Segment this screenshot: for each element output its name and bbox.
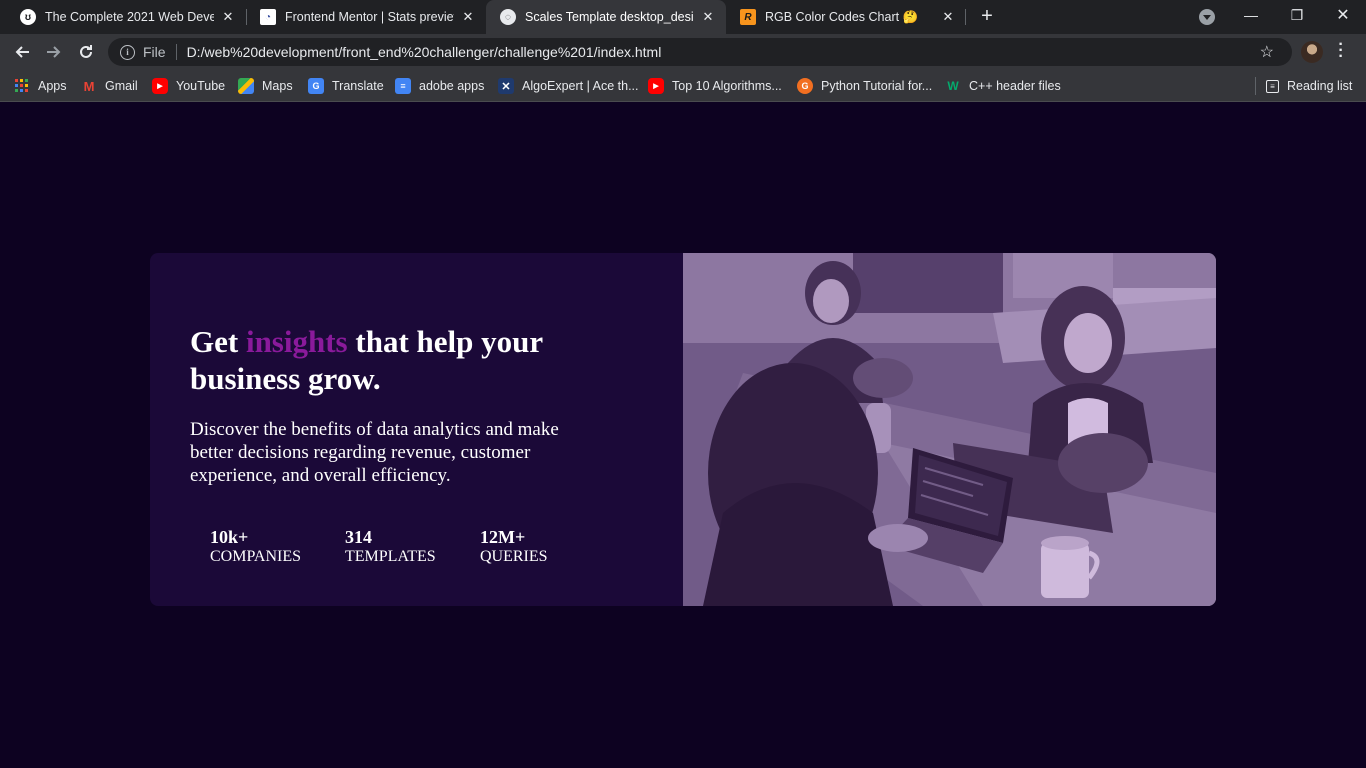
- python-tutorial-icon: G: [797, 78, 813, 94]
- forward-button[interactable]: [42, 40, 66, 64]
- stat-label: TEMPLATES: [345, 548, 436, 565]
- close-window-button[interactable]: ✕: [1320, 0, 1366, 30]
- stat-queries: 12M+ QUERIES: [480, 527, 615, 567]
- reload-icon: [80, 45, 92, 58]
- bookmark-algoexpert[interactable]: ✕ AlgoExpert | Ace th...: [498, 76, 639, 96]
- stat-value: 12M+: [480, 527, 526, 547]
- frontend-mentor-icon: ◔: [260, 9, 276, 25]
- youtube-icon: ▶: [648, 78, 664, 94]
- description: Discover the benefits of data analytics …: [190, 419, 559, 486]
- close-icon[interactable]: ✕: [220, 9, 236, 25]
- tab-search-icon[interactable]: [1199, 9, 1215, 25]
- rapidtables-icon: R: [740, 9, 756, 25]
- algoexpert-icon: ✕: [498, 78, 514, 94]
- bookmark-maps[interactable]: Maps: [238, 76, 293, 96]
- close-icon[interactable]: ✕: [700, 9, 716, 25]
- tab-title: Frontend Mentor | Stats preview: [285, 10, 454, 24]
- office-photo: [683, 253, 1216, 606]
- browser-toolbar: i File D:/web%20development/front_end%20…: [0, 34, 1366, 70]
- tab-scales-template[interactable]: ◌ Scales Template desktop_design ✕: [486, 0, 726, 34]
- tab-strip: ʊ The Complete 2021 Web Develop ✕ ◔ Fron…: [0, 0, 1366, 34]
- menu-kebab-icon[interactable]: · · ·: [1336, 37, 1346, 65]
- bookmark-cpp-header-files[interactable]: W C++ header files: [945, 76, 1061, 96]
- headline-start: Get: [190, 324, 246, 359]
- tab-web-dev-course[interactable]: ʊ The Complete 2021 Web Develop ✕: [6, 0, 246, 34]
- restore-button[interactable]: ❐: [1274, 0, 1320, 30]
- reading-list-icon: ≡: [1266, 79, 1279, 93]
- reading-list-label: Reading list: [1287, 79, 1353, 93]
- url-text[interactable]: D:/web%20development/front_end%20challen…: [187, 44, 662, 60]
- bookmark-star-icon[interactable]: ☆: [1260, 42, 1274, 62]
- gmail-icon: M: [83, 78, 95, 94]
- stat-label: COMPANIES: [210, 548, 301, 565]
- bookmark-apps[interactable]: Apps: [14, 76, 67, 96]
- tab-title: Scales Template desktop_design: [525, 10, 694, 24]
- bookmark-label: Python Tutorial for...: [821, 79, 933, 93]
- bookmarks-separator: [1255, 77, 1256, 95]
- close-icon[interactable]: ✕: [460, 9, 476, 25]
- bookmark-label: Maps: [262, 79, 293, 93]
- maps-icon: [238, 78, 254, 94]
- bookmark-label: Apps: [38, 79, 67, 93]
- info-icon[interactable]: i: [120, 44, 135, 60]
- globe-icon: ◌: [500, 9, 516, 25]
- tab-title: The Complete 2021 Web Develop: [45, 10, 214, 24]
- reload-button[interactable]: [74, 40, 98, 64]
- bookmark-label: Top 10 Algorithms...: [672, 79, 782, 93]
- bookmark-label: Translate: [332, 79, 384, 93]
- stat-value: 10k+: [210, 527, 249, 547]
- address-separator: [175, 44, 177, 60]
- bookmark-label: Gmail: [105, 79, 138, 93]
- tab-rgb-color-codes[interactable]: R RGB Color Codes Chart 🤔 ✕: [726, 0, 966, 34]
- translate-icon: G: [308, 78, 324, 94]
- scheme-label: File: [143, 44, 166, 60]
- apps-grid-icon: [14, 78, 30, 94]
- stats-row: 10k+ COMPANIES 314 TEMPLATES 12M+ QUERIE…: [210, 527, 615, 567]
- card-image: [683, 253, 1216, 606]
- bookmark-translate[interactable]: G Translate: [308, 76, 384, 96]
- docs-icon: ≡: [395, 78, 411, 94]
- new-tab-button[interactable]: +: [976, 6, 998, 28]
- youtube-icon: ▶: [152, 78, 168, 94]
- stat-companies: 10k+ COMPANIES: [210, 527, 345, 567]
- minimize-button[interactable]: —: [1228, 0, 1274, 30]
- bookmark-top-10-algorithms[interactable]: ▶ Top 10 Algorithms...: [648, 76, 782, 96]
- arrow-right-icon: [47, 46, 61, 58]
- tab-frontend-mentor[interactable]: ◔ Frontend Mentor | Stats preview ✕: [246, 0, 486, 34]
- tab-separator: [965, 9, 966, 25]
- stat-value: 314: [345, 527, 372, 547]
- bookmarks-bar: Apps M Gmail ▶ YouTube Maps G Translate …: [0, 70, 1366, 102]
- back-button[interactable]: [10, 40, 34, 64]
- tab-title: RGB Color Codes Chart 🤔: [765, 9, 919, 24]
- bookmark-youtube[interactable]: ▶ YouTube: [152, 76, 225, 96]
- reading-list-button[interactable]: ≡ Reading list: [1266, 76, 1352, 96]
- bookmark-gmail[interactable]: M Gmail: [81, 76, 138, 96]
- udemy-icon: ʊ: [20, 9, 36, 25]
- card-text-panel: Get insights that help your business gro…: [150, 253, 683, 606]
- stats-preview-card: Get insights that help your business gro…: [150, 253, 1216, 606]
- w3-icon: W: [947, 79, 959, 93]
- bookmark-adobe-apps[interactable]: ≡ adobe apps: [395, 76, 484, 96]
- stat-label: QUERIES: [480, 548, 548, 565]
- headline-accent: insights: [245, 324, 348, 359]
- bookmark-python-tutorial[interactable]: G Python Tutorial for...: [797, 76, 932, 96]
- close-icon[interactable]: ✕: [940, 9, 956, 25]
- address-bar[interactable]: i File D:/web%20development/front_end%20…: [108, 38, 1292, 66]
- bookmark-label: YouTube: [176, 79, 226, 93]
- bookmark-label: AlgoExpert | Ace th...: [522, 79, 639, 93]
- bookmark-label: adobe apps: [419, 79, 485, 93]
- profile-avatar[interactable]: [1301, 41, 1323, 63]
- headline: Get insights that help your business gro…: [190, 323, 610, 397]
- stat-templates: 314 TEMPLATES: [345, 527, 480, 567]
- bookmark-label: C++ header files: [969, 79, 1061, 93]
- arrow-left-icon: [15, 46, 29, 58]
